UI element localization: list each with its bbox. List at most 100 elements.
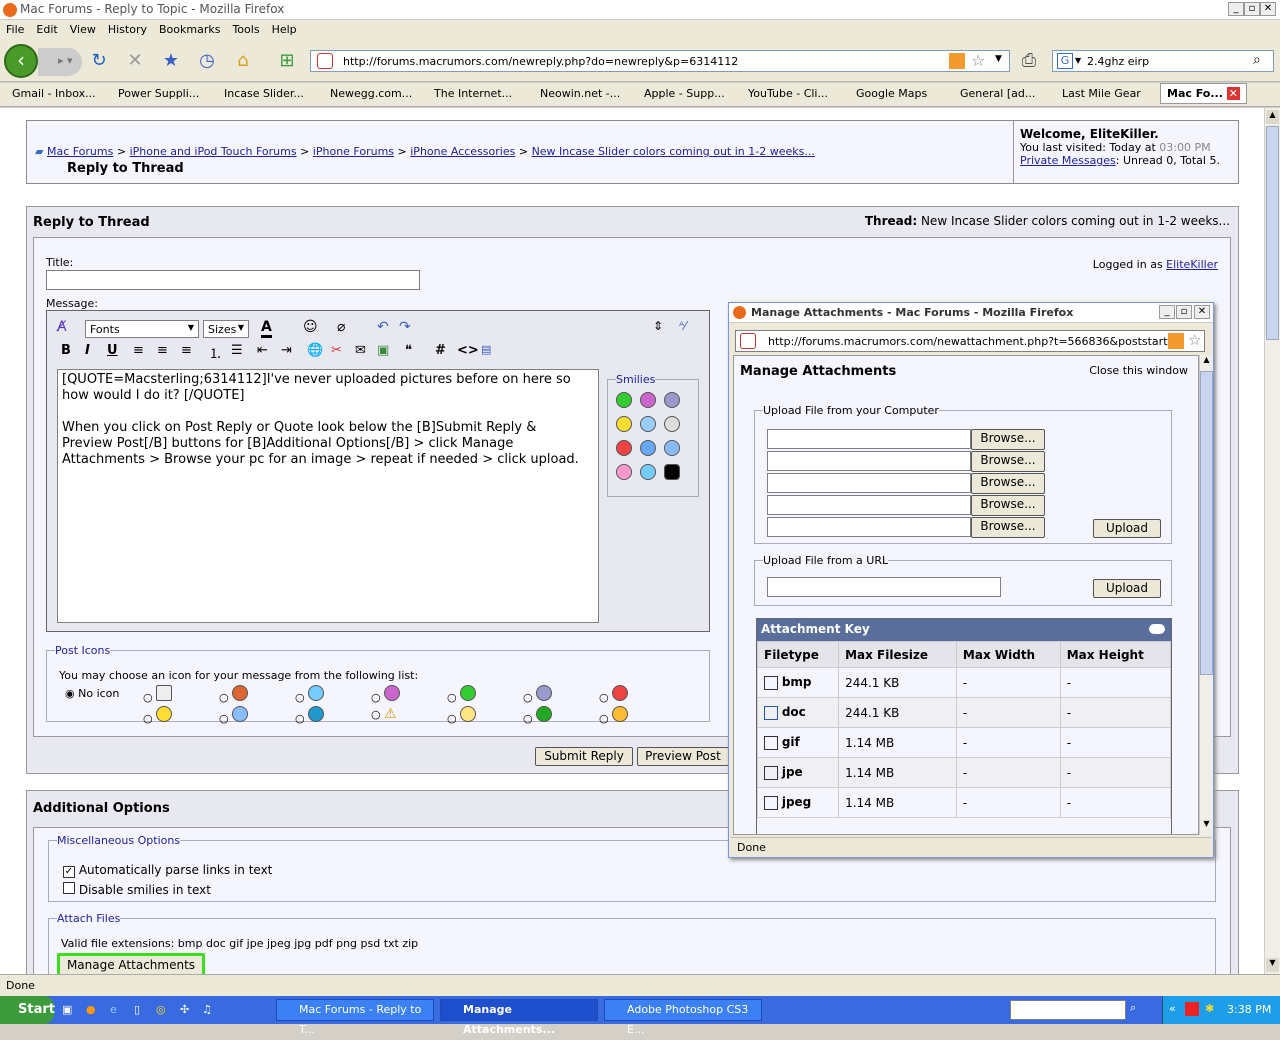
text-color-icon[interactable]: A bbox=[261, 319, 272, 338]
reload-icon[interactable]: ↻ bbox=[86, 48, 112, 74]
browse-button[interactable]: Browse... bbox=[971, 451, 1045, 472]
italic-icon[interactable]: I bbox=[85, 343, 90, 358]
bookmark-general[interactable]: General [ad... bbox=[960, 87, 1035, 100]
smiley-icon[interactable] bbox=[640, 416, 656, 432]
upload-url-button[interactable]: Upload bbox=[1093, 579, 1161, 598]
bookmark-newegg[interactable]: Newegg.com... bbox=[330, 87, 412, 100]
stop-icon[interactable]: ✕ bbox=[122, 48, 148, 74]
menu-help[interactable]: Help bbox=[266, 20, 303, 39]
tab-close-icon[interactable]: ✕ bbox=[1226, 87, 1240, 100]
new-tab-icon[interactable]: ⊞ bbox=[274, 48, 300, 74]
bookmark-internet[interactable]: The Internet... bbox=[434, 87, 512, 100]
message-textarea[interactable]: [QUOTE=Macsterling;6314112]I've never up… bbox=[57, 369, 599, 623]
menu-view[interactable]: View bbox=[64, 20, 102, 39]
smiley-menu-icon[interactable]: ☺ bbox=[303, 319, 318, 335]
redo-icon[interactable]: ↷ bbox=[399, 319, 411, 335]
align-right-icon[interactable]: ≡ bbox=[181, 343, 192, 358]
star-icon[interactable]: ☆ bbox=[971, 51, 985, 70]
breadcrumb-mac-forums[interactable]: Mac Forums bbox=[47, 145, 113, 158]
url-input[interactable] bbox=[767, 577, 1001, 597]
apple-icon[interactable] bbox=[664, 464, 680, 480]
popup-scroll-thumb[interactable] bbox=[1200, 371, 1213, 675]
breadcrumb-iphone-forums[interactable]: iPhone Forums bbox=[313, 145, 394, 158]
bookmark-last-mile-gear[interactable]: Last Mile Gear bbox=[1062, 87, 1141, 100]
unordered-list-icon[interactable]: ☰ bbox=[231, 343, 243, 358]
scroll-up-icon[interactable]: ▲ bbox=[1200, 355, 1213, 369]
bookmark-google-maps[interactable]: Google Maps bbox=[856, 87, 927, 100]
close-this-window-link[interactable]: Close this window bbox=[1089, 364, 1188, 377]
rss-icon[interactable] bbox=[949, 53, 965, 69]
tray-app-icon[interactable] bbox=[1185, 1002, 1199, 1016]
undo-icon[interactable]: ↶ bbox=[377, 319, 389, 335]
post-icon-radio[interactable]: ○ bbox=[219, 706, 295, 725]
font-select[interactable]: Fonts ▼ bbox=[85, 320, 199, 338]
scroll-thumb[interactable] bbox=[1266, 126, 1279, 340]
scroll-up-icon[interactable]: ▲ bbox=[1266, 110, 1279, 124]
align-left-icon[interactable]: ≡ bbox=[133, 343, 144, 358]
menu-bookmarks[interactable]: Bookmarks bbox=[153, 20, 226, 39]
taskbar-search-input[interactable] bbox=[1010, 1000, 1126, 1020]
post-icon-radio[interactable]: ○ bbox=[219, 685, 295, 704]
code-icon[interactable]: # bbox=[435, 343, 446, 358]
search-icon[interactable]: ⌕ bbox=[1130, 1001, 1136, 1015]
quick-launch-ie-icon[interactable]: e bbox=[110, 1003, 117, 1016]
smiley-icon[interactable] bbox=[616, 392, 632, 408]
quick-launch-media-icon[interactable]: ♫ bbox=[202, 1003, 212, 1016]
smiley-icon[interactable] bbox=[616, 440, 632, 456]
task-manage-attachments[interactable]: Manage Attachments... bbox=[440, 999, 598, 1036]
print-icon[interactable]: ⎙ bbox=[1016, 48, 1042, 74]
file-input[interactable] bbox=[767, 517, 971, 537]
bookmark-star-icon[interactable]: ★ bbox=[158, 48, 184, 74]
close-button[interactable]: ✕ bbox=[1260, 2, 1276, 16]
menu-edit[interactable]: Edit bbox=[30, 20, 63, 39]
file-input[interactable] bbox=[767, 495, 971, 515]
username-link[interactable]: EliteKiller bbox=[1166, 258, 1218, 271]
title-input[interactable] bbox=[46, 270, 420, 290]
bookmark-power-supply[interactable]: Power Suppli... bbox=[118, 87, 199, 100]
smiley-icon[interactable] bbox=[616, 464, 632, 480]
search-icon[interactable]: ⌕ bbox=[1253, 52, 1261, 68]
post-icon-radio[interactable]: ○ bbox=[295, 706, 371, 725]
smiley-icon[interactable] bbox=[640, 440, 656, 456]
unlink-icon[interactable]: ✂ bbox=[331, 343, 342, 358]
size-select[interactable]: Sizes ▼ bbox=[203, 320, 249, 338]
browse-button[interactable]: Browse... bbox=[971, 517, 1045, 538]
quick-launch-desktop-icon[interactable]: ▣ bbox=[62, 1003, 72, 1016]
scroll-down-icon[interactable]: ▼ bbox=[1200, 819, 1213, 833]
bookmark-youtube[interactable]: YouTube - Cli... bbox=[748, 87, 828, 100]
post-icon-radio[interactable]: ○ bbox=[143, 685, 219, 704]
popup-minimize-button[interactable]: _ bbox=[1159, 305, 1175, 319]
no-icon-option[interactable]: ◉ No icon bbox=[65, 687, 119, 700]
file-input[interactable] bbox=[767, 451, 971, 471]
browse-button[interactable]: Browse... bbox=[971, 473, 1045, 494]
popup-close-button[interactable]: ✕ bbox=[1194, 305, 1210, 319]
breadcrumb-thread[interactable]: New Incase Slider colors coming out in 1… bbox=[532, 145, 815, 158]
url-bar[interactable]: http://forums.macrumors.com/newreply.php… bbox=[310, 50, 1010, 72]
popup-maximize-button[interactable]: ▫ bbox=[1176, 305, 1192, 319]
post-icon-radio[interactable]: ○ ⚠ bbox=[371, 706, 447, 725]
page-scrollbar[interactable]: ▲ ▼ bbox=[1264, 108, 1280, 974]
disable-smilies-option[interactable]: Disable smilies in text bbox=[63, 882, 211, 897]
home-icon[interactable]: ⌂ bbox=[230, 48, 256, 74]
chevron-down-icon[interactable]: ▼ bbox=[995, 54, 1002, 64]
indent-icon[interactable]: ⇥ bbox=[281, 343, 292, 358]
post-icon-radio[interactable]: ○ bbox=[523, 685, 599, 704]
smiley-icon[interactable] bbox=[640, 392, 656, 408]
tray-bug-icon[interactable]: ✱ bbox=[1205, 1002, 1214, 1015]
parse-links-option[interactable]: ✓ Automatically parse links in text bbox=[63, 863, 272, 878]
post-icon-radio[interactable]: ○ bbox=[295, 685, 371, 704]
smiley-icon[interactable] bbox=[616, 416, 632, 432]
popup-scrollbar[interactable]: ▲ ▼ bbox=[1199, 355, 1213, 835]
bookmark-incase[interactable]: Incase Slider... bbox=[224, 87, 304, 100]
outdent-icon[interactable]: ⇤ bbox=[257, 343, 268, 358]
smiley-icon[interactable] bbox=[664, 416, 680, 432]
tab-mac-forums[interactable]: Mac Fo... ✕ bbox=[1160, 83, 1247, 104]
checkbox-unchecked[interactable] bbox=[63, 882, 75, 894]
bookmark-neowin[interactable]: Neowin.net -... bbox=[540, 87, 620, 100]
google-icon[interactable]: G bbox=[1057, 53, 1073, 69]
insert-image-icon[interactable]: ▣ bbox=[377, 343, 389, 358]
rss-icon[interactable] bbox=[1168, 333, 1184, 349]
bold-icon[interactable]: B bbox=[61, 343, 71, 358]
search-engine-dropdown-icon[interactable]: ▼ bbox=[1075, 56, 1081, 65]
smiley-icon[interactable] bbox=[664, 392, 680, 408]
